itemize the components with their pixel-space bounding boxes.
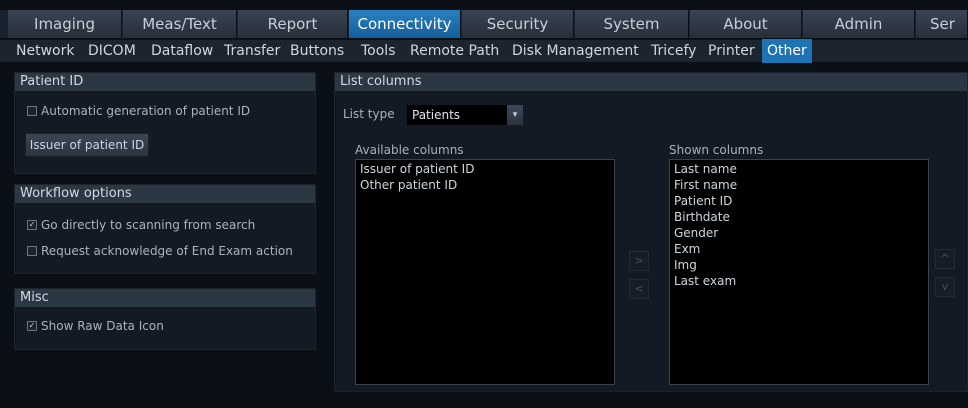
list-item[interactable]: Birthdate	[674, 209, 924, 225]
sub-tab-bar: Network DICOM Dataflow Transfer Buttons …	[0, 39, 968, 63]
available-columns-label: Available columns	[355, 143, 464, 157]
settings-window: Imaging Meas/Text Report Connectivity Se…	[0, 0, 968, 408]
list-type-label: List type	[343, 107, 395, 121]
list-columns-header: List columns	[335, 73, 967, 91]
list-item[interactable]: Img	[674, 257, 924, 273]
list-item[interactable]: First name	[674, 177, 924, 193]
show-raw-data-icon-checkbox[interactable]: ✓ Show Raw Data Icon	[27, 318, 164, 334]
list-item[interactable]: Gender	[674, 225, 924, 241]
subtab-transfer[interactable]: Transfer	[224, 40, 280, 62]
list-type-value: Patients	[412, 108, 461, 122]
move-right-button[interactable]: >	[629, 251, 649, 271]
workflow-options-header: Workflow options	[15, 185, 315, 203]
patient-id-header: Patient ID	[15, 73, 315, 91]
tab-report[interactable]: Report	[238, 10, 348, 38]
subtab-disk-management[interactable]: Disk Management	[512, 40, 639, 62]
list-item[interactable]: Other patient ID	[360, 177, 610, 193]
subtab-network[interactable]: Network	[16, 40, 74, 62]
chevron-down-icon: v	[941, 280, 949, 293]
list-columns-group: List columns List type Patients ▾ Availa…	[334, 72, 968, 392]
checkbox-checked[interactable]: ✓	[27, 219, 37, 230]
subtab-buttons[interactable]: Buttons	[290, 40, 344, 62]
auto-generate-patient-id-checkbox[interactable]: Automatic generation of patient ID	[27, 103, 250, 119]
main-tab-bar: Imaging Meas/Text Report Connectivity Se…	[0, 10, 968, 38]
chevron-left-icon: <	[634, 282, 644, 295]
chevron-up-icon: ^	[940, 252, 950, 265]
workflow-options-group: Workflow options ✓ Go directly to scannin…	[14, 184, 316, 274]
tab-meas-text[interactable]: Meas/Text	[123, 10, 237, 38]
checkbox-box[interactable]	[27, 105, 37, 116]
patient-id-group: Patient ID Automatic generation of patie…	[14, 72, 316, 174]
request-acknowledge-checkbox[interactable]: Request acknowledge of End Exam action	[27, 243, 293, 259]
move-left-button[interactable]: <	[629, 279, 649, 299]
go-directly-to-scanning-checkbox[interactable]: ✓ Go directly to scanning from search	[27, 217, 255, 233]
list-item[interactable]: Exm	[674, 241, 924, 257]
tab-imaging[interactable]: Imaging	[8, 10, 122, 38]
tab-security[interactable]: Security	[462, 10, 574, 38]
subtab-tools[interactable]: Tools	[361, 40, 396, 62]
list-type-dropdown[interactable]: Patients ▾	[407, 105, 523, 125]
subtab-other[interactable]: Other	[762, 39, 812, 63]
subtab-dicom[interactable]: DICOM	[88, 40, 136, 62]
move-up-button[interactable]: ^	[935, 249, 955, 269]
list-item[interactable]: Last name	[674, 161, 924, 177]
misc-header: Misc	[15, 289, 315, 307]
tab-system[interactable]: System	[575, 10, 689, 38]
move-down-button[interactable]: v	[935, 277, 955, 297]
tab-service[interactable]: Ser	[916, 10, 968, 38]
misc-group: Misc ✓ Show Raw Data Icon	[14, 288, 316, 350]
subtab-dataflow[interactable]: Dataflow	[151, 40, 213, 62]
list-item[interactable]: Issuer of patient ID	[360, 161, 610, 177]
subtab-remote-path[interactable]: Remote Path	[410, 40, 499, 62]
checkbox-box[interactable]	[27, 245, 37, 256]
tab-about[interactable]: About	[690, 10, 802, 38]
tab-admin[interactable]: Admin	[803, 10, 915, 38]
dropdown-arrow-icon[interactable]: ▾	[507, 105, 523, 125]
issuer-of-patient-id-button[interactable]: Issuer of patient ID	[25, 133, 149, 157]
list-item[interactable]: Last exam	[674, 273, 924, 289]
available-columns-list[interactable]: Issuer of patient ID Other patient ID	[355, 159, 615, 385]
checkbox-checked[interactable]: ✓	[27, 320, 37, 331]
subtab-tricefy[interactable]: Tricefy	[651, 40, 696, 62]
shown-columns-label: Shown columns	[669, 143, 764, 157]
shown-columns-list[interactable]: Last name First name Patient ID Birthdat…	[669, 159, 929, 385]
list-item[interactable]: Patient ID	[674, 193, 924, 209]
chevron-right-icon: >	[634, 254, 644, 267]
tab-connectivity[interactable]: Connectivity	[349, 10, 461, 38]
subtab-printer[interactable]: Printer	[708, 40, 755, 62]
